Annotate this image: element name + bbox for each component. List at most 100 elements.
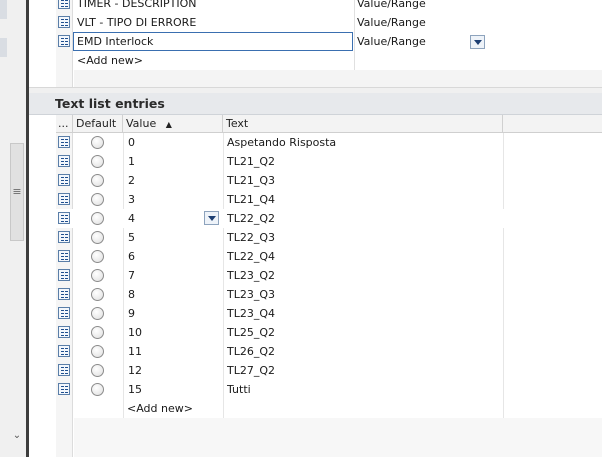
default-radio[interactable] [91,174,104,187]
table-row[interactable]: 10 TL25_Q2 [56,323,602,342]
entry-text[interactable]: TL21_Q2 [227,152,497,171]
default-radio[interactable] [91,383,104,396]
header-default[interactable]: Default [73,115,123,133]
list-entry-icon [58,269,70,281]
entry-value[interactable]: 7 [128,266,218,285]
empty-area [74,418,602,457]
default-radio[interactable] [91,231,104,244]
entry-value[interactable]: 6 [128,247,218,266]
list-entry-icon [58,288,70,300]
default-radio[interactable] [91,155,104,168]
table-row[interactable]: VLT - TIPO DI ERRORE Value/Range [56,13,602,32]
entry-text[interactable]: TL26_Q2 [227,342,497,361]
list-entry-icon [58,250,70,262]
entry-text[interactable]: TL21_Q4 [227,190,497,209]
entry-text[interactable]: TL22_Q4 [227,247,497,266]
list-entry-icon [58,16,70,28]
header-more[interactable]: ... [56,115,73,133]
entry-text[interactable]: TL23_Q2 [227,266,497,285]
default-radio[interactable] [91,345,104,358]
entry-text[interactable]: Tutti [227,380,497,399]
entry-value[interactable]: 10 [128,323,218,342]
table-row-selected[interactable]: EMD Interlock Value/Range [56,32,602,51]
add-new-entry[interactable]: <Add new> [127,399,277,418]
entry-value[interactable]: 0 [128,133,218,152]
entry-value[interactable]: 15 [128,380,218,399]
entry-value[interactable]: 1 [128,152,218,171]
entry-text[interactable]: TL22_Q3 [227,228,497,247]
default-radio[interactable] [91,250,104,263]
table-row[interactable]: 6 TL22_Q4 [56,247,602,266]
left-pane-strip [0,0,7,19]
text-list-entries-table: 0 Aspetando Risposta 1 TL21_Q2 2 TL21_Q3… [56,133,602,457]
scroll-grip-icon: ≡ [12,185,22,198]
entry-value[interactable]: 5 [128,228,218,247]
text-list-type[interactable]: Value/Range [357,0,477,13]
entry-text[interactable]: TL23_Q3 [227,285,497,304]
list-entry-icon [58,307,70,319]
table-row[interactable]: 5 TL22_Q3 [56,228,602,247]
entry-value[interactable]: 9 [128,304,218,323]
list-entry-icon [58,155,70,167]
list-entry-icon [58,35,70,47]
entry-text[interactable]: TL21_Q3 [227,171,497,190]
scroll-down-button[interactable]: ⌄ [9,428,25,444]
default-radio[interactable] [91,212,104,225]
entry-value[interactable]: 4 [128,209,203,228]
list-entry-icon [58,193,70,205]
header-value-label: Value [126,117,157,130]
entry-value[interactable]: 11 [128,342,218,361]
list-entry-icon [58,136,70,148]
panel-title: Text list entries [55,96,165,111]
text-list-name-editor[interactable]: EMD Interlock [73,32,353,51]
header-value[interactable]: Value ▲ [123,115,223,133]
entry-value[interactable]: 3 [128,190,218,209]
add-new-row[interactable]: <Add new> [56,399,602,418]
entry-text[interactable]: TL27_Q2 [227,361,497,380]
entry-text[interactable]: TL23_Q4 [227,304,497,323]
table-row[interactable]: 2 TL21_Q3 [56,171,602,190]
list-entry-icon [58,345,70,357]
header-text[interactable]: Text [223,115,503,133]
add-new-text-list[interactable]: <Add new> [77,51,277,70]
entry-value[interactable]: 12 [128,361,218,380]
table-row[interactable]: 11 TL26_Q2 [56,342,602,361]
list-entry-icon [58,383,70,395]
empty-area [74,70,602,87]
default-radio[interactable] [91,193,104,206]
chevron-down-icon[interactable] [470,35,485,49]
default-radio[interactable] [91,326,104,339]
default-radio[interactable] [91,364,104,377]
text-list-name[interactable]: VLT - TIPO DI ERRORE [77,13,347,32]
default-radio[interactable] [91,136,104,149]
entries-table-header: ... Default Value ▲ Text [56,115,602,133]
list-entry-icon [58,364,70,376]
table-row[interactable]: 12 TL27_Q2 [56,361,602,380]
table-row[interactable]: 8 TL23_Q3 [56,285,602,304]
entry-text[interactable]: Aspetando Risposta [227,133,497,152]
default-radio[interactable] [91,269,104,282]
table-row[interactable]: 7 TL23_Q2 [56,266,602,285]
table-row[interactable]: 15 Tutti [56,380,602,399]
default-radio[interactable] [91,307,104,320]
sort-ascending-icon: ▲ [165,120,172,129]
default-radio[interactable] [91,288,104,301]
table-row[interactable]: TIMER - DESCRIPTION Value/Range [56,0,602,13]
list-entry-icon [58,212,70,224]
text-list-type[interactable]: Value/Range [357,32,477,51]
table-row-selected[interactable]: 4 TL22_Q2 [56,209,602,228]
pane-divider[interactable] [26,0,29,457]
text-list-name[interactable]: TIMER - DESCRIPTION [77,0,347,13]
entry-text[interactable]: TL22_Q2 [227,209,497,228]
table-row[interactable]: 1 TL21_Q2 [56,152,602,171]
table-row[interactable]: 3 TL21_Q4 [56,190,602,209]
text-list-type[interactable]: Value/Range [357,13,477,32]
add-new-row[interactable]: <Add new> [56,51,602,70]
table-row[interactable]: 0 Aspetando Risposta [56,133,602,152]
entry-value[interactable]: 8 [128,285,218,304]
chevron-down-icon[interactable] [204,211,219,225]
entry-value[interactable]: 2 [128,171,218,190]
entry-text[interactable]: TL25_Q2 [227,323,497,342]
list-entry-icon [58,0,70,9]
table-row[interactable]: 9 TL23_Q4 [56,304,602,323]
